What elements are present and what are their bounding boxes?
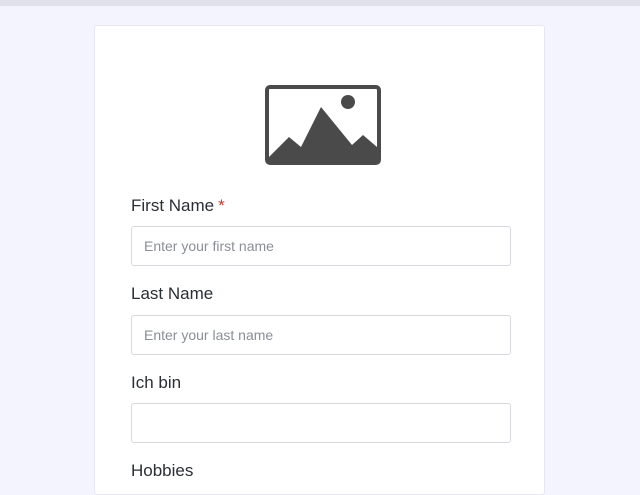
last-name-label: Last Name — [131, 284, 214, 303]
last-name-input[interactable] — [131, 315, 511, 355]
image-placeholder-icon — [265, 85, 381, 165]
top-bar — [0, 0, 640, 6]
hobbies-label: Hobbies — [131, 461, 194, 480]
required-asterisk: * — [218, 196, 225, 215]
first-name-label-text: First Name — [131, 196, 215, 215]
form-card: First Name* Last Name Ich bin Hobbies — [94, 25, 545, 495]
first-name-label: First Name * — [131, 196, 225, 216]
ich-bin-label: Ich bin — [131, 373, 182, 392]
ich-bin-input[interactable] — [131, 403, 511, 443]
first-name-input[interactable] — [131, 226, 511, 266]
